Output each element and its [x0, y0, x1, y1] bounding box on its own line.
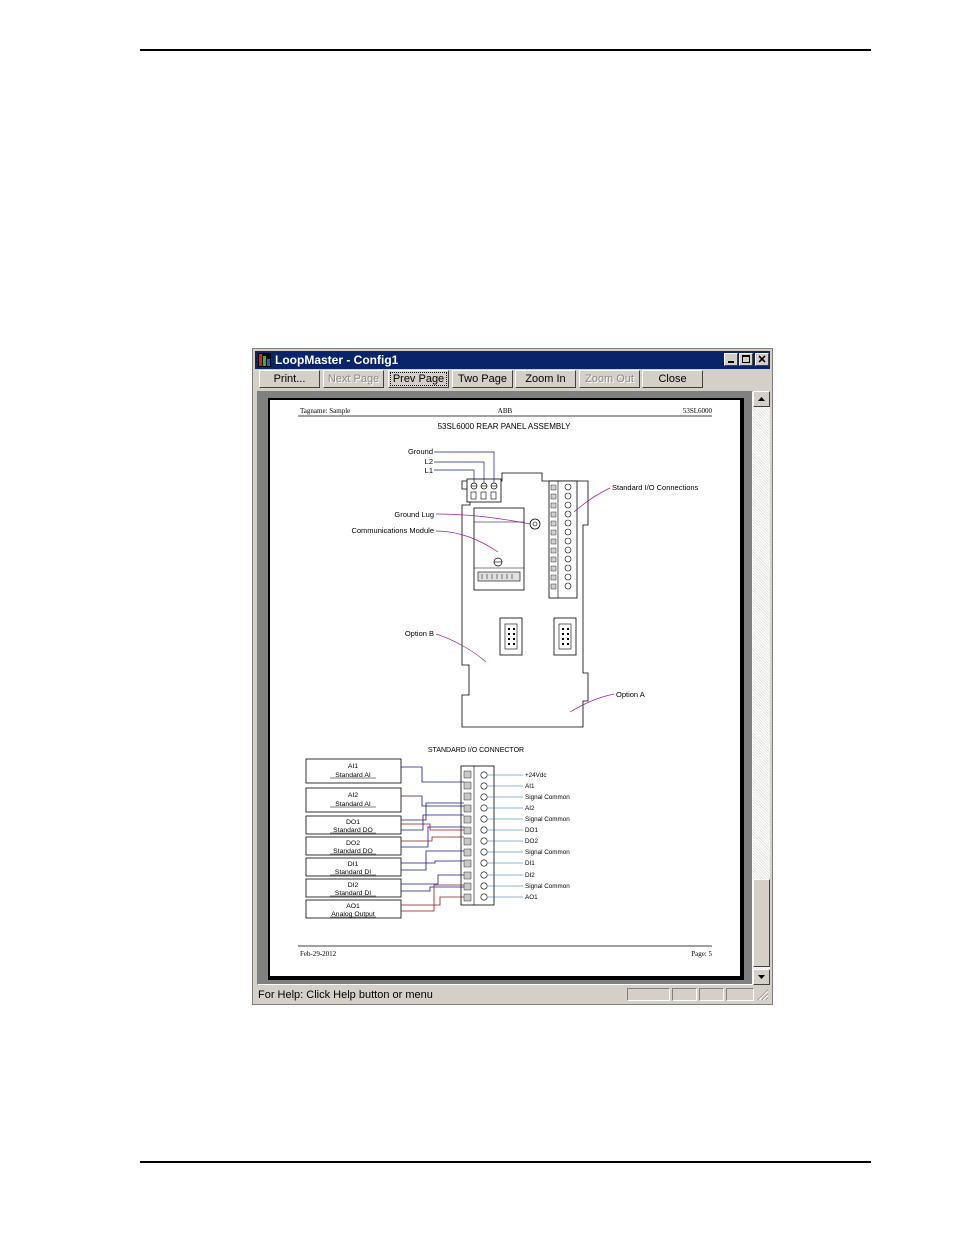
module-name: AI1: [348, 763, 358, 770]
loopmaster-app-icon: [258, 353, 271, 367]
header-model: 53SL6000: [683, 407, 713, 415]
status-panel: [627, 988, 670, 1001]
terminal-label: Signal Common: [525, 816, 570, 823]
status-bar: For Help: Click Help button or menu: [255, 987, 770, 1003]
terminal-label: AI2: [525, 805, 535, 812]
status-panel: [726, 988, 754, 1001]
rear-panel-diagram: Tagname: Sample ABB 53SL6000 53SL6000 RE…: [298, 407, 713, 958]
header-company: ABB: [498, 407, 513, 415]
std-io-callout: Standard I/O Connections: [612, 483, 699, 492]
page-border: Tagname: Sample ABB 53SL6000 53SL6000 RE…: [268, 398, 744, 980]
module-name: DI1: [348, 861, 359, 868]
terminal-label: Signal Common: [525, 794, 570, 801]
window-title: LoopMaster - Config1: [275, 353, 399, 367]
arrow-up-icon: [758, 397, 765, 401]
preview-page: Tagname: Sample ABB 53SL6000 53SL6000 RE…: [270, 400, 740, 976]
zoom-in-button[interactable]: Zoom In: [515, 370, 576, 388]
scroll-down-button[interactable]: [753, 969, 770, 985]
terminal-label: AI1: [525, 783, 535, 790]
terminal-label: +24Vdc: [525, 772, 547, 779]
module-name: DI2: [348, 882, 359, 889]
resize-grip-icon[interactable]: [757, 989, 769, 1001]
minimize-button[interactable]: [724, 353, 738, 366]
diagram-title: 53SL6000 REAR PANEL ASSEMBLY: [438, 422, 571, 431]
scroll-thumb[interactable]: [753, 879, 770, 967]
scroll-up-button[interactable]: [753, 391, 770, 407]
page-bottom-rule: [140, 1161, 871, 1163]
io-wiring: [401, 766, 464, 912]
minimize-icon: [728, 361, 734, 363]
module-name: DO1: [346, 819, 360, 826]
vertical-scrollbar[interactable]: [753, 391, 770, 985]
status-panel: [699, 988, 724, 1001]
option-a-callout: Option A: [616, 690, 645, 699]
terminal-label: Signal Common: [525, 883, 570, 890]
two-page-button[interactable]: Two Page: [452, 370, 513, 388]
page-top-rule: [140, 49, 871, 51]
ground-lug-callout: Ground Lug: [394, 510, 434, 519]
module-name: AO1: [346, 903, 360, 910]
status-message: For Help: Click Help button or menu: [258, 989, 433, 1001]
arrow-down-icon: [758, 975, 765, 979]
loopmaster-window: LoopMaster - Config1 Print... Next Page …: [252, 348, 773, 1005]
zoom-out-button[interactable]: Zoom Out: [579, 370, 640, 388]
maximize-icon: [742, 355, 750, 363]
terminal-label: DI2: [525, 872, 535, 879]
connector-title: STANDARD I/O CONNECTOR: [428, 747, 524, 754]
terminal-label: AO1: [525, 894, 538, 901]
l2-callout: L2: [425, 457, 433, 466]
print-preview-area[interactable]: Tagname: Sample ABB 53SL6000 53SL6000 RE…: [257, 391, 753, 985]
maximize-button[interactable]: [739, 353, 753, 366]
module-connector: [477, 571, 521, 582]
footer-page: Page: 5: [691, 950, 712, 958]
print-button[interactable]: Print...: [259, 370, 320, 388]
prev-page-button[interactable]: Prev Page: [388, 370, 449, 388]
module-name: AI2: [348, 792, 358, 799]
title-bar[interactable]: LoopMaster - Config1: [255, 351, 770, 369]
ground-callout: Ground: [408, 447, 433, 456]
comm-module-callout: Communications Module: [351, 526, 434, 535]
close-button[interactable]: Close: [642, 370, 703, 388]
close-icon: [758, 355, 766, 363]
close-window-button[interactable]: [755, 353, 769, 366]
l1-callout: L1: [425, 466, 433, 475]
status-panel: [672, 988, 697, 1001]
header-tagname: Tagname: Sample: [300, 407, 350, 415]
terminal-label: Signal Common: [525, 849, 570, 856]
terminal-label: DO1: [525, 827, 538, 834]
terminal-label: DO2: [525, 838, 538, 845]
option-b-callout: Option B: [405, 629, 434, 638]
next-page-button[interactable]: Next Page: [323, 370, 384, 388]
terminal-label: DI1: [525, 860, 535, 867]
module-name: DO2: [346, 840, 360, 847]
footer-date: Feb-29-2012: [300, 950, 337, 958]
